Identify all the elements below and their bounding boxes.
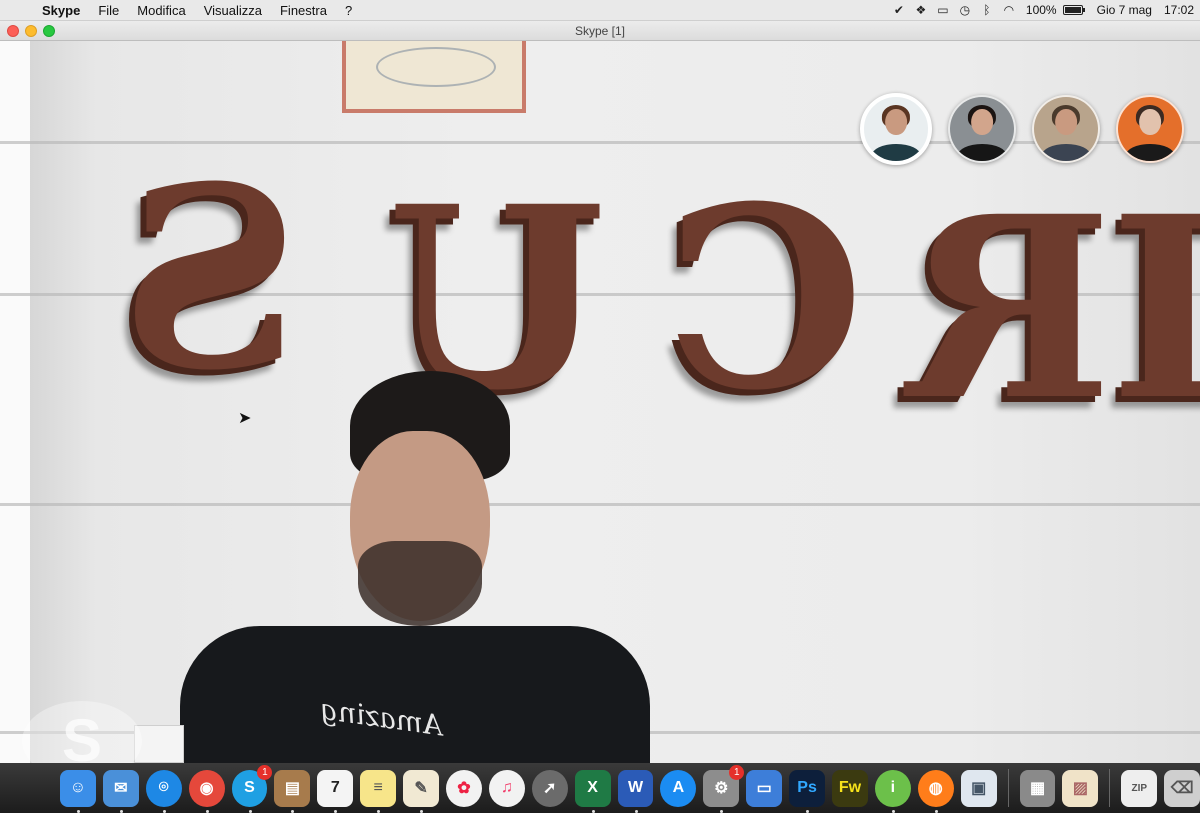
wall-edge	[0, 41, 30, 763]
finder-icon[interactable]: ☺	[60, 769, 96, 813]
photoshop-icon[interactable]: Ps	[789, 769, 826, 813]
menu-help[interactable]: ?	[337, 3, 362, 18]
firefox-icon[interactable]: ◍	[917, 769, 954, 813]
running-indicator	[76, 809, 80, 813]
running-indicator	[162, 809, 166, 813]
participant-avatar-1[interactable]	[860, 93, 932, 165]
running-indicator	[377, 809, 381, 813]
battery-icon[interactable]	[1062, 5, 1085, 15]
preview-icon[interactable]: ▣	[960, 769, 997, 807]
menu-view[interactable]: Visualizza	[196, 3, 272, 18]
calendar-icon[interactable]: 7	[317, 769, 354, 813]
fireworks-icon[interactable]: Fw	[832, 769, 868, 807]
notes-book-icon[interactable]: ▤	[274, 769, 311, 813]
running-indicator	[720, 809, 724, 813]
skype-logo-watermark: S	[22, 701, 142, 763]
mail-icon[interactable]: ✉	[102, 769, 139, 813]
battery-percent[interactable]: 100%	[1020, 3, 1063, 17]
photos-icon[interactable]: ✿	[446, 769, 482, 807]
dock-separator	[1109, 769, 1111, 807]
launchpad-icon[interactable]: ➚	[531, 769, 568, 807]
menubar-time[interactable]: 17:02	[1158, 3, 1200, 17]
sign-letter: I	[1110, 161, 1200, 455]
word-icon[interactable]: W	[617, 769, 654, 813]
running-indicator	[891, 809, 895, 813]
running-indicator	[806, 809, 810, 813]
dock-separator	[1007, 769, 1009, 807]
menu-file[interactable]: File	[90, 3, 129, 18]
menu-window[interactable]: Finestra	[272, 3, 337, 18]
running-indicator	[119, 809, 123, 813]
menubar-date[interactable]: Gio 7 mag	[1091, 3, 1158, 17]
participant-avatar-2[interactable]	[948, 95, 1016, 163]
wall-poster	[342, 41, 526, 113]
participant-list	[860, 93, 1184, 165]
keynote-icon[interactable]: ▭	[746, 769, 783, 807]
minimize-button[interactable]	[25, 25, 37, 37]
mouse-cursor-icon: ➤	[238, 410, 252, 427]
participant-avatar-3[interactable]	[1032, 95, 1100, 163]
running-indicator	[248, 809, 252, 813]
video-feed[interactable]: S U C R I Amazing S	[0, 41, 1200, 763]
window-title: Skype [1]	[574, 23, 626, 38]
zip-file-icon[interactable]: ZIP	[1121, 769, 1158, 807]
participant-avatar-4[interactable]	[1116, 95, 1184, 163]
bluetooth-icon[interactable]: ᛒ	[976, 3, 998, 17]
sign-letter: C	[665, 151, 864, 445]
running-indicator	[334, 809, 338, 813]
menu-app-name[interactable]: Skype	[34, 3, 90, 18]
close-button[interactable]	[7, 25, 19, 37]
running-indicator	[291, 809, 295, 813]
calculator-icon[interactable]: ▦	[1019, 769, 1056, 807]
notification-badge: 1	[729, 764, 745, 780]
istat-icon[interactable]: i	[874, 769, 911, 813]
notes-icon[interactable]: ≡	[360, 769, 397, 813]
menu-edit[interactable]: Modifica	[129, 3, 195, 18]
window-controls	[7, 25, 55, 37]
dock: ☺ ✉ ⌾ ◉ S 1 ▤ 7 ≡ ✎ ✿ ♫ ➚ X W A ⚙ 1 ▭ Ps Fw i ◍ ▣ ▦ ▨ ZIP ⌫	[0, 763, 1200, 813]
time-machine-icon[interactable]: ◷	[954, 3, 976, 17]
airplay-icon[interactable]: ▭	[932, 3, 954, 17]
window-title-bar[interactable]: Skype [1]	[0, 21, 1200, 41]
sign-letter: R	[905, 161, 1113, 455]
safari-icon[interactable]: ⌾	[145, 769, 182, 813]
caller-person: Amazing	[180, 371, 650, 763]
textedit-icon[interactable]: ✎	[403, 769, 440, 813]
notification-badge: 1	[257, 764, 273, 780]
chrome-icon[interactable]: ◉	[188, 769, 225, 813]
running-indicator	[591, 809, 595, 813]
dropbox-icon[interactable]: ❖	[910, 3, 932, 17]
checkmark-icon[interactable]: ✔	[888, 3, 910, 17]
image-stack-icon[interactable]: ▨	[1062, 769, 1099, 807]
running-indicator	[205, 809, 209, 813]
music-icon[interactable]: ♫	[488, 769, 525, 807]
excel-icon[interactable]: X	[574, 769, 611, 813]
system-preferences-icon[interactable]: ⚙ 1	[703, 764, 745, 813]
maximize-button[interactable]	[43, 25, 55, 37]
trash-icon[interactable]: ⌫	[1164, 769, 1200, 807]
menu-bar: Skype File Modifica Visualizza Finestra …	[0, 0, 1200, 21]
app-store-icon[interactable]: A	[660, 769, 697, 807]
wifi-icon[interactable]: ◠	[998, 3, 1020, 17]
running-indicator	[934, 809, 938, 813]
running-indicator	[420, 809, 424, 813]
skype-icon[interactable]: S1	[231, 764, 273, 813]
running-indicator	[634, 809, 638, 813]
